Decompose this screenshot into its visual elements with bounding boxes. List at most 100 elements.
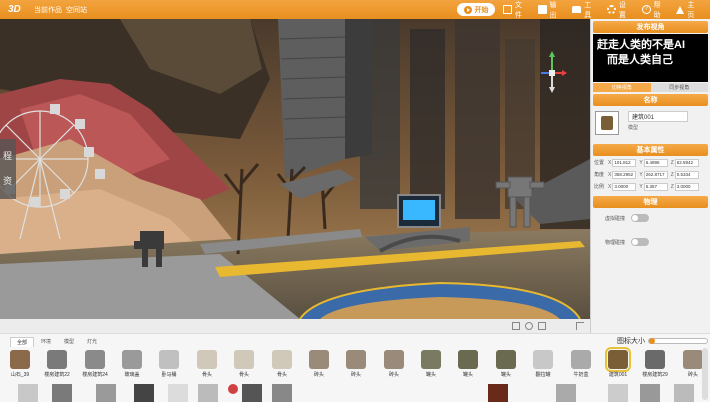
tab-sync-view[interactable]: 同步视角 <box>650 83 708 92</box>
asset-item[interactable]: 骨头 <box>189 348 225 378</box>
menu-tools[interactable]: 工具 <box>572 0 598 20</box>
axis-gizmo[interactable] <box>537 51 567 95</box>
gear-icon <box>607 5 616 14</box>
tab-lights[interactable]: 灯光 <box>81 337 103 347</box>
physics-collision-row: 物理碰撞 <box>605 234 708 250</box>
asset-item[interactable]: 砖头 <box>376 348 412 378</box>
menu-file-label: 文件 <box>514 1 522 19</box>
slider-knob[interactable] <box>649 338 655 344</box>
breadcrumb-project-name: 空间站 <box>66 6 87 14</box>
asset-thumbnail[interactable] <box>640 384 660 402</box>
asset-thumbnail[interactable] <box>556 384 576 402</box>
axis-y-label: Y <box>639 183 643 190</box>
scale-y-field[interactable]: 5.357 <box>643 182 668 191</box>
asset-thumbnail <box>122 350 142 369</box>
help-icon: ? <box>641 5 651 14</box>
asset-item[interactable]: 楼房建筑22 <box>39 348 75 378</box>
asset-item[interactable]: 建筑001 <box>600 347 636 378</box>
virtual-collision-toggle[interactable] <box>631 214 649 222</box>
menu-export[interactable]: 输出 <box>537 0 564 20</box>
menu-settings[interactable]: 设置 <box>607 0 633 20</box>
scene-viewport[interactable]: 程 资 <box>0 19 590 319</box>
svg-text:资: 资 <box>3 176 12 187</box>
asset-thumbnail[interactable] <box>228 384 238 394</box>
asset-item[interactable]: 罐头 <box>488 348 524 378</box>
fullscreen-icon[interactable] <box>576 322 584 330</box>
menu-home[interactable]: 主页 <box>676 0 701 20</box>
tab-models[interactable]: 模型 <box>58 337 80 347</box>
library-scrollbar[interactable] <box>702 348 708 400</box>
scale-z-field[interactable]: 3.0000 <box>674 182 699 191</box>
asset-thumbnail[interactable] <box>52 384 72 402</box>
name-header: 名称 <box>593 94 708 106</box>
asset-thumbnail[interactable] <box>168 384 188 402</box>
editor-app: 3D 当前作品 空间站 开始 文件 输出 工具 设置 ? 帮助 主页 程 资 发… <box>0 0 710 402</box>
menu-file[interactable]: 文件 <box>503 0 529 20</box>
asset-thumbnail <box>605 347 631 372</box>
icon-size-label: 图标大小 <box>617 338 645 345</box>
position-z-field[interactable]: 62.5942 <box>674 158 699 167</box>
asset-item[interactable]: 砖头 <box>301 348 337 378</box>
publish-view-preview[interactable]: 赶走人类的不是AI 而是人类自己 <box>593 34 708 82</box>
scale-x-field[interactable]: 3.0000 <box>612 182 637 191</box>
breadcrumb-works[interactable]: 当前作品 <box>34 5 62 15</box>
asset-thumbnail <box>533 350 553 369</box>
asset-thumbnail[interactable] <box>674 384 694 402</box>
name-field[interactable] <box>628 111 688 122</box>
file-icon <box>503 5 512 14</box>
icon-size-slider[interactable] <box>648 338 708 344</box>
menu-tools-label: 工具 <box>584 1 592 19</box>
physics-collision-toggle[interactable] <box>631 238 649 246</box>
rotate-icon[interactable] <box>525 322 533 330</box>
tab-switch-view[interactable]: 切换视角 <box>593 83 651 92</box>
asset-thumbnail <box>309 350 329 369</box>
rotation-row: 角度 X 358.2952 Y 262.8717 Z 0.5334 <box>594 169 708 180</box>
rotation-x-field[interactable]: 358.2952 <box>612 170 637 179</box>
rotation-y-field[interactable]: 262.8717 <box>643 170 668 179</box>
axis-x-label: X <box>608 183 612 190</box>
icon-size-control: 图标大小 <box>617 336 708 346</box>
asset-item[interactable]: 山石_39 <box>2 348 38 378</box>
asset-item[interactable]: 楼房建筑29 <box>637 348 673 378</box>
asset-thumbnail[interactable] <box>96 384 116 402</box>
asset-item[interactable]: 砖头 <box>338 348 374 378</box>
asset-thumbnail <box>47 350 67 369</box>
rotation-label: 角度 <box>594 172 605 178</box>
asset-thumbnail[interactable] <box>488 384 508 402</box>
asset-item[interactable]: 罐头 <box>450 348 486 378</box>
tab-all[interactable]: 全部 <box>10 337 35 347</box>
axis-x-label: X <box>608 159 612 166</box>
menu-help-label: 帮助 <box>653 1 661 19</box>
rotation-z-field[interactable]: 0.5334 <box>674 170 699 179</box>
position-row: 位置 X 101.812 Y 6.4896 Z 62.5942 <box>594 157 708 168</box>
scale-icon[interactable] <box>538 322 546 330</box>
menu-help[interactable]: ? 帮助 <box>641 0 668 20</box>
asset-thumbnail <box>159 350 179 369</box>
asset-thumbnail[interactable] <box>608 384 628 402</box>
position-label: 位置 <box>594 160 605 166</box>
asset-thumbnail[interactable] <box>198 384 218 402</box>
asset-item[interactable]: 翻拉罐 <box>525 348 561 378</box>
asset-thumbnail <box>458 350 478 369</box>
asset-item[interactable]: 罐头 <box>413 348 449 378</box>
asset-item[interactable]: 骨头 <box>264 348 300 378</box>
tab-environment[interactable]: 环境 <box>35 337 57 347</box>
asset-thumbnail[interactable] <box>242 384 262 402</box>
asset-item[interactable]: 玻璃盖 <box>114 348 150 378</box>
asset-thumbnail <box>496 350 516 369</box>
building-icon <box>601 116 613 130</box>
asset-item[interactable]: 楼房建筑24 <box>77 348 113 378</box>
position-x-field[interactable]: 101.812 <box>612 158 637 167</box>
start-button-label: 开始 <box>474 6 489 14</box>
move-icon[interactable] <box>512 322 520 330</box>
asset-item[interactable]: 骨头 <box>226 348 262 378</box>
asset-thumbnail[interactable] <box>134 384 154 402</box>
play-icon <box>463 5 472 14</box>
properties-panel: 发布视角 赶走人类的不是AI 而是人类自己 切换视角 同步视角 名称 模型 基本… <box>590 19 710 333</box>
asset-item[interactable]: 牛奶盒 <box>563 348 599 378</box>
position-y-field[interactable]: 6.4896 <box>643 158 668 167</box>
asset-thumbnail[interactable] <box>272 384 292 402</box>
start-button[interactable]: 开始 <box>457 3 495 16</box>
asset-thumbnail[interactable] <box>18 384 38 402</box>
asset-item[interactable]: 卧马桶 <box>151 348 187 378</box>
